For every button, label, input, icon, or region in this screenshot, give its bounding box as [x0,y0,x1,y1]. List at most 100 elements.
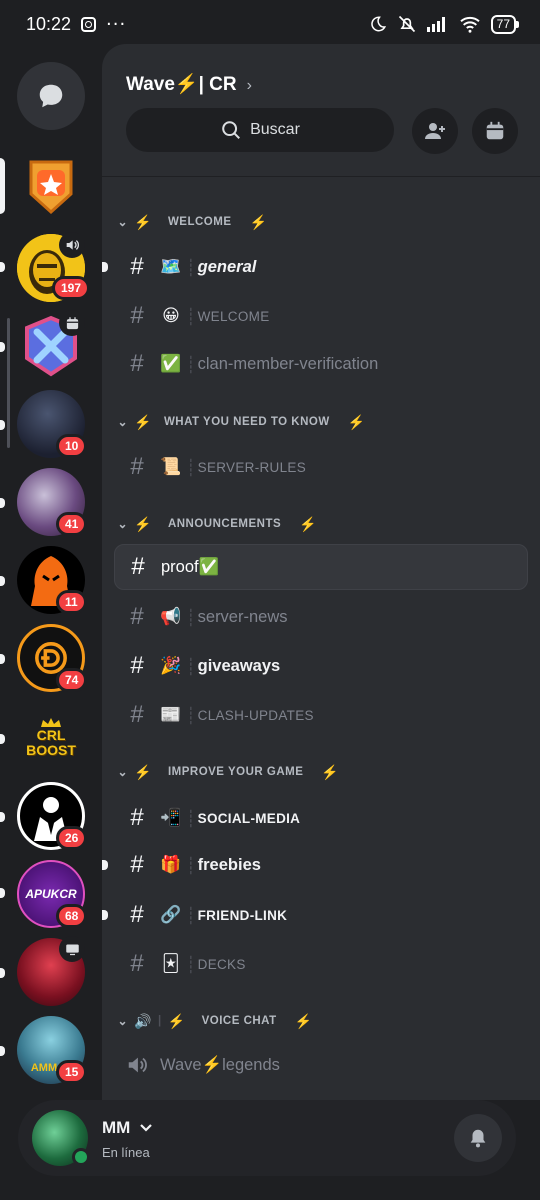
channel-name: giveaways [197,656,281,675]
search-label: Buscar [250,121,300,138]
text-channel-icon: # [130,302,144,329]
server-icon-crl-boost[interactable]: CRL BOOST [17,704,85,772]
separator: ┊ [186,855,196,875]
server-logo-text: AMM [30,1062,58,1074]
unread-count-badge: 74 [56,668,88,692]
server-logo-text: APUKCR [25,887,77,901]
unread-indicator [0,498,5,508]
chevron-down-icon [140,1124,152,1132]
channel-name: CLASH-UPDATES [197,707,314,723]
text-channel-icon: # [130,350,144,377]
header-divider [102,176,540,177]
server-name-header[interactable]: Wave⚡| CR › [126,72,252,96]
lightning-icon: ⚡ [134,515,152,532]
channel-emoji: ✅ [160,354,182,374]
channel-general[interactable]: # 🗺️ ┊ general [114,244,528,290]
unread-indicator [0,968,5,978]
separator: ┊ [186,354,196,374]
channel-emoji: 📢 [160,607,182,627]
chevron-down-icon: ⌄ [117,415,128,429]
category-welcome[interactable]: ⌄ ⚡ WELCOME ⚡ [102,210,267,234]
channel-server-rules[interactable]: # 📜 ┊ SERVER-RULES [114,444,528,490]
channel-decks[interactable]: # 🃏 ┊ DECKS [114,941,528,987]
category-announcements[interactable]: ⌄ ⚡ ANNOUNCEMENTS ⚡ [102,512,317,536]
unread-indicator [0,812,5,822]
category-what-you-need-to-know[interactable]: ⌄ ⚡ WHAT YOU NEED TO KNOW ⚡ [102,410,366,434]
text-channel-icon: # [130,701,144,728]
channel-emoji: 😀 [162,306,180,326]
lightning-icon: ⚡ [134,413,152,430]
clock: 10:22 [26,13,72,34]
channel-proof[interactable]: # proof✅ [114,544,528,590]
separator: ┊ [186,705,196,725]
battery-indicator: 77 [490,14,520,34]
separator: ┊ [186,808,196,828]
unread-count-badge: 11 [56,590,87,614]
server-rail[interactable]: 197 10 41 11 74 CRL BOOST 26 APUKCR 68 A… [0,48,102,1100]
server-logo-text: CRL BOOST [26,727,76,758]
separator: ┊ [186,257,196,277]
unread-indicator [0,654,5,664]
channel-friend-link[interactable]: # 🔗 ┊ FRIEND-LINK [114,892,528,938]
voice-channel-wave-legends[interactable]: Wave⚡legends [114,1042,528,1088]
channel-clash-updates[interactable]: # 📰 ┊ CLASH-UPDATES [114,692,528,738]
invite-members-button[interactable] [412,108,458,154]
unread-count-badge: 10 [56,434,88,458]
voice-activity-badge [59,232,85,258]
text-channel-icon: # [131,553,145,580]
notifications-button[interactable] [454,1114,502,1162]
status-bar: 10:22 ··· 77 [0,0,540,48]
text-channel-icon: # [130,453,144,480]
online-status-dot [72,1148,90,1166]
chevron-right-icon: › [246,77,252,94]
rail-scrollbar[interactable] [7,318,10,448]
channel-emoji: 🎁 [160,855,182,875]
channel-emoji: 📲 [160,808,182,828]
username[interactable]: MM [102,1118,153,1138]
events-button[interactable] [472,108,518,154]
unread-indicator [0,262,5,272]
unread-indicator [102,860,108,870]
lightning-icon: ⚡ [134,213,152,230]
username-text: MM [102,1118,131,1137]
speaker-emoji-icon: 🔊 [134,1012,152,1029]
channel-freebies[interactable]: # 🎁 ┊ freebies [114,842,528,888]
separator: ┊ [186,607,196,627]
chevron-down-icon: ⌄ [117,765,128,779]
channel-server-news[interactable]: # 📢 ┊ server-news [114,594,528,640]
unread-indicator [0,420,5,430]
user-panel[interactable]: MM En línea [18,1100,516,1176]
category-label: WHAT YOU NEED TO KNOW [163,416,330,428]
channel-emoji: 🃏 [162,954,180,974]
channel-name: Wave⚡legends [160,1055,280,1074]
calendar-icon [66,316,78,329]
unread-count-badge: 197 [52,276,91,300]
channel-name: SERVER-RULES [197,459,307,475]
channel-clan-member-verification[interactable]: # ✅ ┊ clan-member-verification [114,341,528,387]
channel-name: proof✅ [161,557,220,576]
category-voice-chat[interactable]: ⌄ 🔊 | ⚡ VOICE CHAT ⚡ [102,1009,313,1033]
channel-social-media[interactable]: # 📲 ┊ SOCIAL-MEDIA [114,795,528,841]
speaker-icon [128,1057,147,1073]
instagram-notification-icon [81,16,97,32]
text-channel-icon: # [130,851,144,878]
wifi-icon [459,16,480,33]
channel-emoji: 🎉 [160,656,182,676]
separator: ┊ [186,306,196,326]
text-channel-icon: # [130,253,144,280]
text-channel-icon: # [130,652,144,679]
channel-name: general [197,257,257,276]
category-improve-your-game[interactable]: ⌄ ⚡ IMPROVE YOUR GAME ⚡ [102,760,339,784]
chevron-down-icon: ⌄ [117,517,128,531]
speaker-icon [66,240,79,250]
channel-giveaways[interactable]: # 🎉 ┊ giveaways [114,643,528,689]
direct-messages-button[interactable] [17,62,85,130]
search-button[interactable]: Buscar [126,108,394,152]
channel-emoji: 📜 [160,457,182,477]
channel-name: DECKS [197,956,246,972]
text-channel-icon: # [130,950,144,977]
channel-welcome[interactable]: # 😀 ┊ WELCOME [114,293,528,339]
unread-indicator [102,262,108,272]
server-icon-clash-tag[interactable] [17,152,85,220]
separator: ┊ [186,656,196,676]
